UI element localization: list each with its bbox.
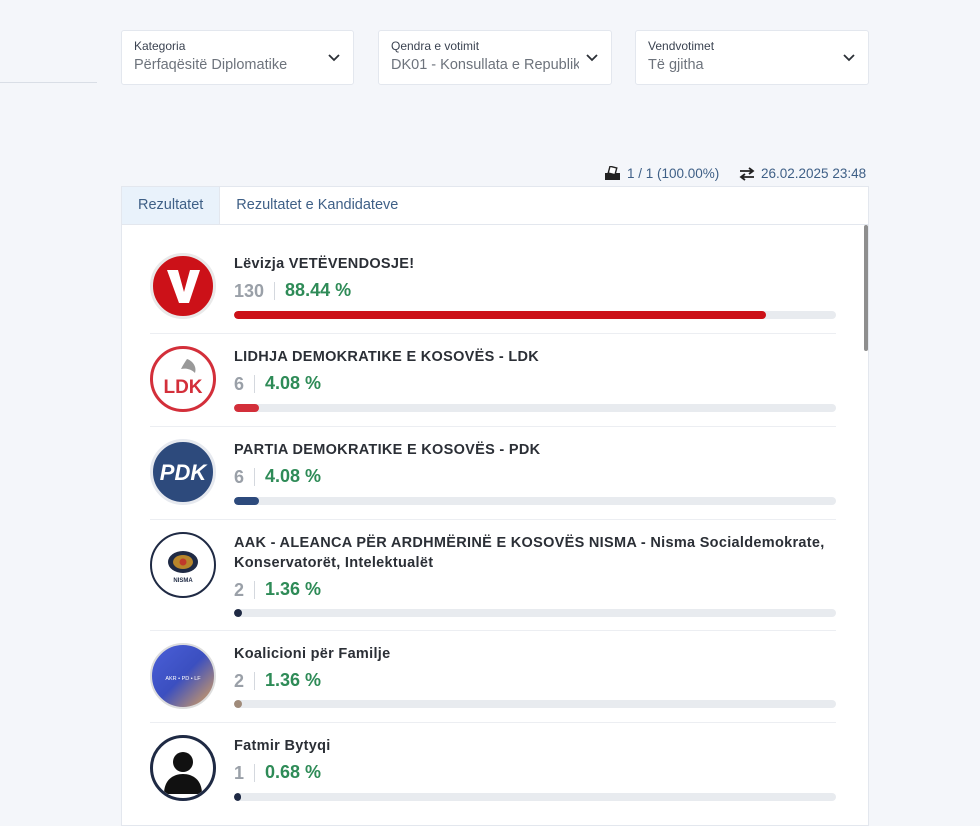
vote-percent: 0.68 % — [265, 762, 322, 782]
candidate-name: Fatmir Bytyqi — [234, 738, 331, 754]
tab-candidate-results[interactable]: Rezultatet e Kandidateve — [220, 187, 414, 224]
progress-fill — [234, 404, 259, 412]
person-avatar-icon — [150, 735, 216, 801]
polling-station-select[interactable]: Vendvotimet Të gjitha — [635, 30, 869, 85]
scrollbar-thumb[interactable] — [864, 225, 868, 351]
sync-arrows-icon — [739, 166, 755, 181]
party-name: PARTIA DEMOKRATIKE E KOSOVËS - PDK — [234, 442, 541, 458]
aak-nisma-logo: NISMA — [150, 532, 216, 598]
vote-count: 6 — [234, 467, 256, 486]
polling-center-select[interactable]: Qendra e votimit DK01 - Konsullata e Rep… — [378, 30, 612, 85]
vote-stats: 6 4.08 % — [234, 466, 321, 487]
progress-bar — [234, 311, 836, 319]
vote-percent: 4.08 % — [265, 373, 322, 393]
last-update: 26.02.2025 23:48 — [739, 166, 866, 181]
polling-station-label: Vendvotimet — [648, 39, 715, 53]
ballot-box-icon — [605, 166, 620, 180]
chevron-down-icon — [843, 54, 855, 62]
svg-text:PDK: PDK — [160, 460, 209, 485]
stations-counted-text: 1 / 1 (100.00%) — [627, 166, 720, 181]
nisma-logo-text: NISMA — [173, 578, 193, 584]
chevron-down-icon — [586, 54, 598, 62]
results-list: Lëvizja VETËVENDOSJE! 130 88.44 % LDK LI… — [150, 225, 836, 815]
category-value: Përfaqësitë Diplomatike — [134, 57, 288, 73]
polling-center-label: Qendra e votimit — [391, 39, 480, 53]
tab-bar: Rezultatet Rezultatet e Kandidateve — [122, 187, 868, 225]
category-select[interactable]: Kategoria Përfaqësitë Diplomatike — [121, 30, 354, 85]
list-item: PDK PARTIA DEMOKRATIKE E KOSOVËS - PDK 6… — [150, 427, 836, 520]
vote-count: 6 — [234, 374, 256, 393]
progress-fill — [234, 793, 242, 801]
stations-counted: 1 / 1 (100.00%) — [604, 166, 719, 181]
list-item: LDK LIDHJA DEMOKRATIKE E KOSOVËS - LDK 6… — [150, 334, 836, 427]
pdk-logo: PDK — [150, 439, 216, 505]
party-name: Lëvizja VETËVENDOSJE! — [234, 256, 415, 272]
left-divider — [0, 82, 97, 83]
progress-fill — [234, 497, 259, 505]
progress-fill — [234, 609, 243, 617]
category-label: Kategoria — [134, 39, 186, 53]
list-item: Lëvizja VETËVENDOSJE! 130 88.44 % — [150, 225, 836, 334]
tab-results[interactable]: Rezultatet — [122, 187, 221, 224]
progress-fill — [234, 311, 767, 319]
ldk-logo: LDK — [150, 346, 216, 412]
svg-text:LDK: LDK — [163, 377, 202, 398]
results-panel: Rezultatet Rezultatet e Kandidateve Lëvi… — [121, 186, 869, 826]
vote-count: 1 — [234, 763, 256, 782]
vote-percent: 1.36 % — [265, 579, 322, 599]
party-name: AAK - ALEANCA PËR ARDHMËRINË E KOSOVËS N… — [234, 535, 825, 571]
progress-bar — [234, 700, 836, 708]
list-item: AKR • PD • LF Koalicioni për Familje 2 1… — [150, 631, 836, 723]
vote-stats: 2 1.36 % — [234, 670, 321, 691]
progress-fill — [234, 700, 243, 708]
vote-percent: 88.44 % — [285, 280, 352, 300]
chevron-down-icon — [328, 54, 340, 62]
list-item: NISMA AAK - ALEANCA PËR ARDHMËRINË E KOS… — [150, 520, 836, 631]
family-coalition-logo: AKR • PD • LF — [150, 643, 216, 709]
polling-center-value: DK01 - Konsullata e Republikës — [391, 57, 579, 73]
last-update-text: 26.02.2025 23:48 — [761, 166, 867, 181]
progress-bar — [234, 609, 836, 617]
vetevendosje-logo — [150, 253, 216, 319]
vote-count: 2 — [234, 671, 256, 690]
vote-count: 130 — [234, 281, 276, 300]
party-name: Koalicioni për Familje — [234, 646, 391, 662]
vote-stats: 6 4.08 % — [234, 373, 321, 394]
vote-percent: 1.36 % — [265, 670, 322, 690]
coalition-logo-text: AKR • PD • LF — [165, 676, 201, 682]
progress-bar — [234, 793, 836, 801]
party-name: LIDHJA DEMOKRATIKE E KOSOVËS - LDK — [234, 349, 540, 365]
polling-station-value: Të gjitha — [648, 57, 704, 73]
vote-percent: 4.08 % — [265, 466, 322, 486]
list-item: Fatmir Bytyqi 1 0.68 % — [150, 723, 836, 815]
vote-stats: 1 0.68 % — [234, 762, 321, 783]
progress-bar — [234, 497, 836, 505]
vote-stats: 130 88.44 % — [234, 280, 351, 301]
progress-bar — [234, 404, 836, 412]
vote-count: 2 — [234, 580, 256, 599]
vote-stats: 2 1.36 % — [234, 579, 321, 600]
